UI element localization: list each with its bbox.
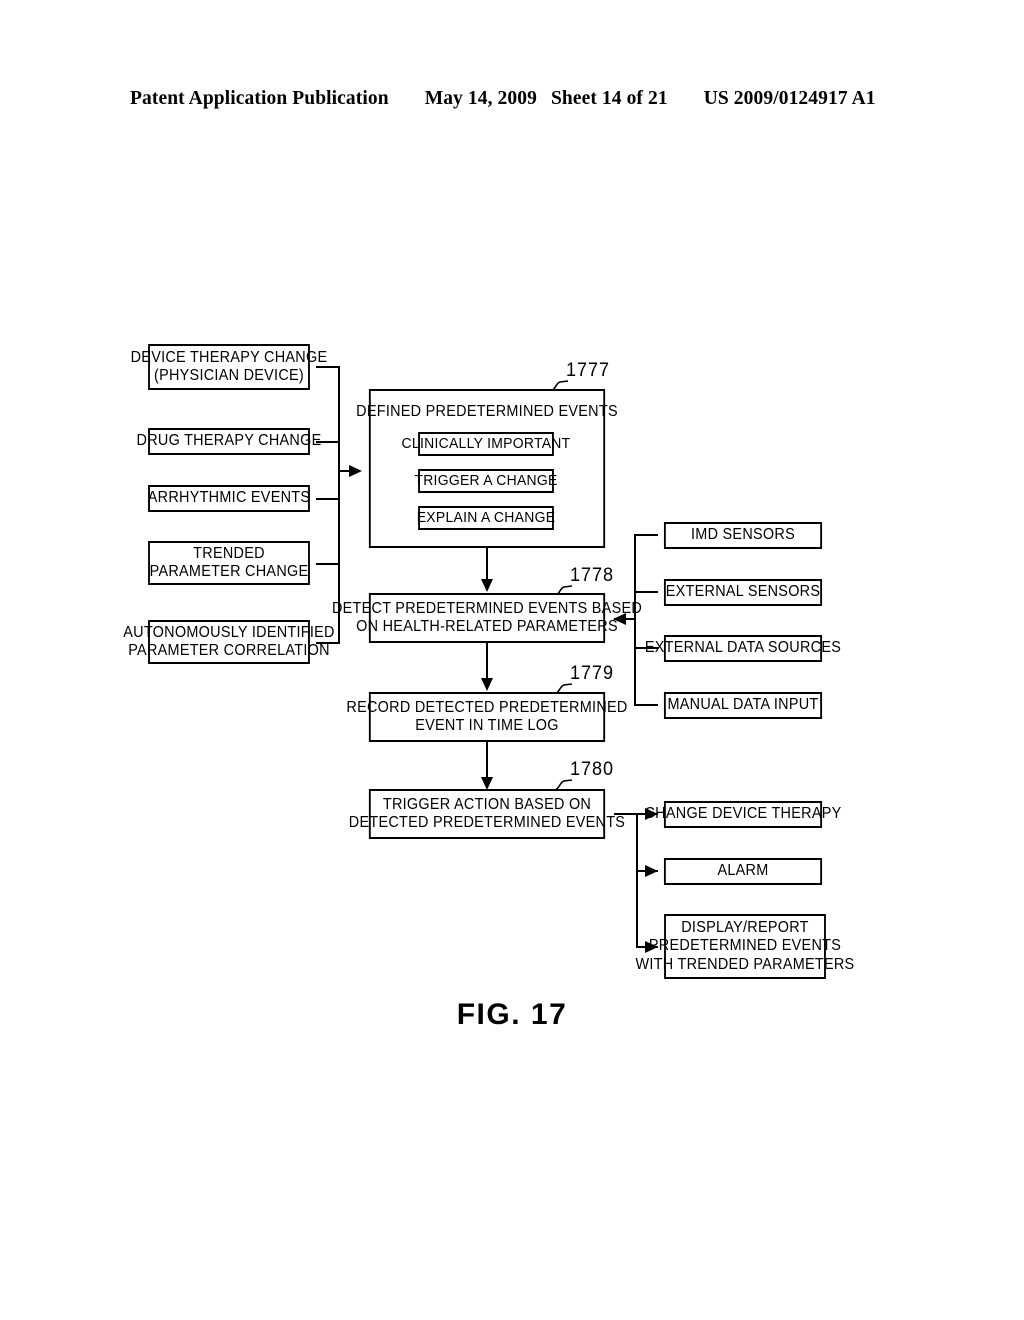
record-event-line: RECORD DETECTED PREDETERMINED <box>346 698 628 716</box>
data-source-box-imd-sensors: IMD SENSORS <box>663 522 823 549</box>
input-box-line: DEVICE THERAPY CHANGE <box>130 348 328 366</box>
arrowhead-into-change-device-therapy <box>645 808 658 820</box>
data-source-label: EXTERNAL SENSORS <box>665 583 821 601</box>
input-box-drug-therapy-change: DRUG THERAPY CHANGE <box>137 428 321 455</box>
input-box-device-therapy-change: DEVICE THERAPY CHANGE (PHYSICIAN DEVICE) <box>131 344 327 390</box>
input-box-autonomously-identified-parameter-correlation: AUTONOMOUSLY IDENTIFIED PARAMETER CORREL… <box>123 620 334 664</box>
data-source-label: IMD SENSORS <box>690 526 795 544</box>
figure-caption: FIG. 17 <box>456 998 568 1031</box>
event-type-label: TRIGGER A CHANGE <box>414 472 558 490</box>
arrowhead-into-display-report <box>645 941 658 953</box>
event-type-box-clinically-important: CLINICALLY IMPORTANT <box>402 432 570 456</box>
process-box-detect-predetermined-events: DETECT PREDETERMINED EVENTS BASED ON HEA… <box>332 593 642 643</box>
action-label: ALARM <box>717 862 769 880</box>
action-box-change-device-therapy: CHANGE DEVICE THERAPY <box>644 801 841 828</box>
event-type-label: EXPLAIN A CHANGE <box>416 509 556 527</box>
input-box-line: TRENDED <box>193 544 265 562</box>
input-box-line: (PHYSICIAN DEVICE) <box>153 367 304 384</box>
connector-stub-external-sensors <box>634 591 658 593</box>
data-source-box-external-data-sources: EXTERNAL DATA SOURCES <box>645 635 841 662</box>
arrowhead-into-defined-events <box>349 465 362 477</box>
trigger-action-line: DETECTED PREDETERMINED EVENTS <box>348 814 626 831</box>
connector-stub-imd-sensors <box>634 534 658 536</box>
process-box-trigger-action: TRIGGER ACTION BASED ON DETECTED PREDETE… <box>349 789 625 839</box>
action-label: CHANGE DEVICE THERAPY <box>644 805 842 823</box>
connector-stub-manual-data-input <box>634 704 658 706</box>
data-source-label: EXTERNAL DATA SOURCES <box>644 639 842 657</box>
reference-numeral-1777: 1777 <box>566 360 610 381</box>
input-box-line: PARAMETER CORRELATION <box>128 642 330 659</box>
input-box-arrhythmic-events: ARRHYTHMIC EVENTS <box>148 485 310 512</box>
reference-numeral-1780: 1780 <box>570 759 614 780</box>
connector-stub-trended <box>316 563 340 565</box>
action-label: PREDETERMINED EVENTS <box>648 937 842 955</box>
input-box-line: ARRHYTHMIC EVENTS <box>147 489 311 507</box>
input-box-line: DRUG THERAPY CHANGE <box>136 432 322 450</box>
connector-stub-external-data-sources <box>634 647 658 649</box>
input-box-trended-parameter-change: TRENDED PARAMETER CHANGE <box>148 541 310 585</box>
connector-action-bus <box>636 813 638 948</box>
arrowhead-into-record-event <box>481 678 493 691</box>
action-label: DISPLAY/REPORT <box>681 919 809 937</box>
detect-events-line: DETECT PREDETERMINED EVENTS BASED <box>331 599 643 617</box>
action-box-display-report-predetermined-events: DISPLAY/REPORT PREDETERMINED EVENTS WITH… <box>636 914 854 979</box>
trigger-action-line: TRIGGER ACTION BASED ON <box>382 795 592 813</box>
data-source-label: MANUAL DATA INPUT <box>667 696 819 714</box>
input-box-line: AUTONOMOUSLY IDENTIFIED <box>123 623 335 641</box>
action-box-alarm: ALARM <box>663 858 823 885</box>
data-source-box-manual-data-input: MANUAL DATA INPUT <box>663 692 823 719</box>
event-type-label: CLINICALLY IMPORTANT <box>401 435 571 453</box>
event-type-box-trigger-a-change: TRIGGER A CHANGE <box>414 469 557 493</box>
record-event-line: EVENT IN TIME LOG <box>415 717 559 734</box>
action-label: WITH TRENDED PARAMETERS <box>635 955 855 973</box>
reference-numeral-1778: 1778 <box>570 565 614 586</box>
event-type-box-explain-a-change: EXPLAIN A CHANGE <box>416 506 556 530</box>
defined-events-title: DEFINED PREDETERMINED EVENTS <box>356 403 618 420</box>
reference-numeral-1779: 1779 <box>570 663 614 684</box>
connector-right-bus <box>634 534 636 706</box>
connector-stub-device-therapy <box>316 366 340 368</box>
connector-1780-to-action-bus <box>614 813 638 815</box>
arrowhead-into-detect-events-from-sources <box>613 613 626 625</box>
arrowhead-into-detect-events <box>481 579 493 592</box>
data-source-box-external-sensors: EXTERNAL SENSORS <box>663 579 823 606</box>
input-box-line: PARAMETER CHANGE <box>149 563 309 580</box>
arrowhead-into-alarm <box>645 865 658 877</box>
figure-17-diagram: DEVICE THERAPY CHANGE (PHYSICIAN DEVICE)… <box>0 0 1024 1320</box>
connector-stub-drug-therapy <box>316 441 340 443</box>
process-box-record-detected-event: RECORD DETECTED PREDETERMINED EVENT IN T… <box>346 692 627 742</box>
connector-stub-autonomous <box>316 642 340 644</box>
detect-events-line: ON HEALTH-RELATED PARAMETERS <box>356 618 618 635</box>
connector-stub-arrhythmic <box>316 498 340 500</box>
